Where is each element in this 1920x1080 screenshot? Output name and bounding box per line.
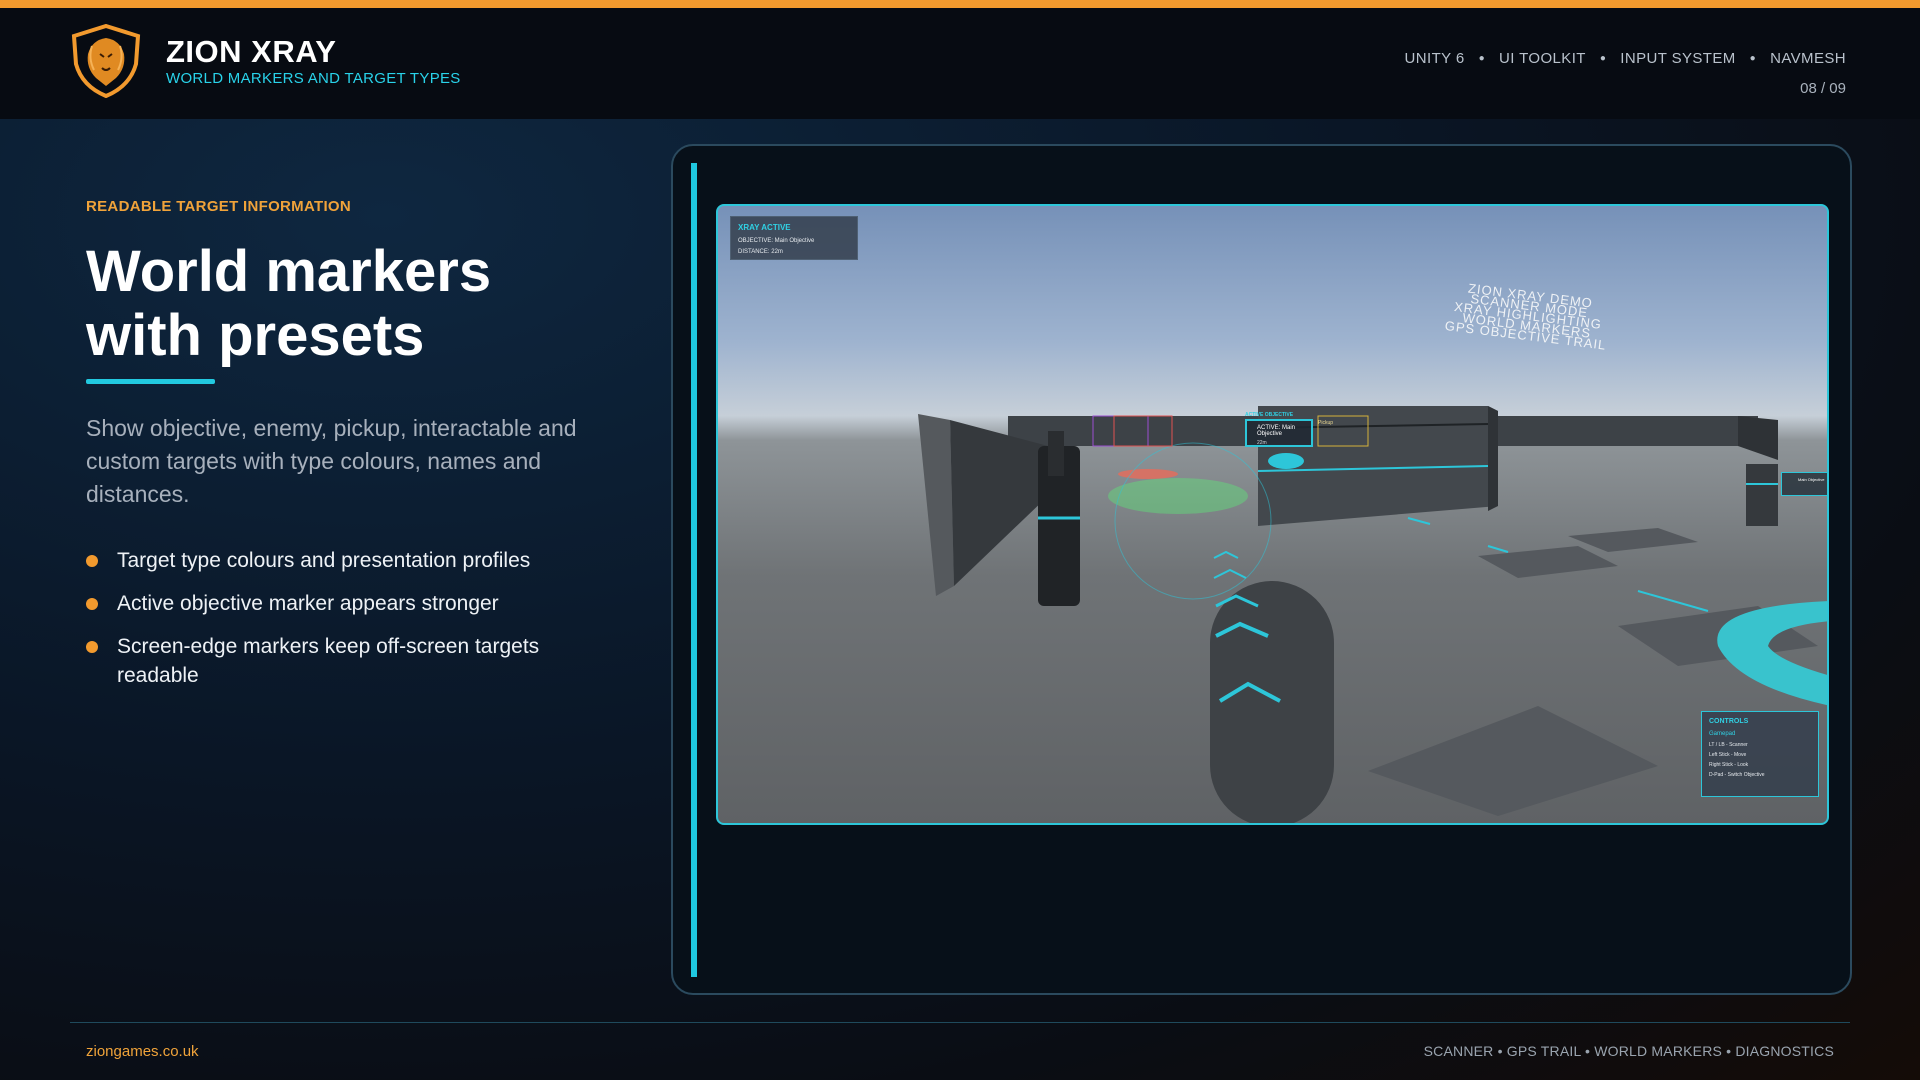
bullet-text: Target type colours and presentation pro… (117, 549, 531, 572)
list-item: Screen-edge markers keep off-screen targ… (86, 632, 626, 690)
header: ZION XRAY WORLD MARKERS AND TARGET TYPES… (0, 8, 1920, 119)
controls-line: D-Pad - Switch Objective (1709, 772, 1765, 778)
lion-shield-logo-icon (71, 24, 141, 98)
list-item: Active objective marker appears stronger (86, 589, 626, 618)
tech-item-ui-toolkit: UI TOOLKIT (1499, 50, 1586, 67)
controls-panel: CONTROLS Gamepad LT / LB - Scanner Left … (1701, 711, 1819, 797)
floor-plate (1368, 706, 1658, 816)
bullet-text: Screen-edge markers keep off-screen targ… (117, 635, 540, 687)
separator-dot-icon: ● (1749, 53, 1757, 64)
top-accent-bar (0, 0, 1920, 8)
controls-line: Left Stick - Move (1709, 752, 1747, 758)
tech-item-input-system: INPUT SYSTEM (1620, 50, 1736, 67)
tech-list: UNITY 6 ● UI TOOLKIT ● INPUT SYSTEM ● NA… (1405, 50, 1846, 67)
screen-edge-marker: Main Objective (1781, 472, 1827, 496)
headline: World markers with presets (86, 240, 646, 368)
active-objective-tag: ACTIVE OBJECTIVE (1245, 412, 1294, 418)
controls-title: CONTROLS (1709, 718, 1749, 725)
active-objective-marker: ACTIVE: Main Objective 22m (1245, 419, 1313, 447)
brand-title: ZION XRAY (166, 34, 337, 69)
frame-accent-bar (691, 163, 697, 977)
bullet-dot-icon (86, 598, 98, 610)
separator-dot-icon: ● (1478, 53, 1486, 64)
game-scene (918, 406, 1827, 823)
bullet-dot-icon (86, 555, 98, 567)
bullet-text: Active objective marker appears stronger (117, 592, 499, 615)
controls-line: LT / LB - Scanner (1709, 742, 1748, 748)
right-pillar (1746, 464, 1778, 526)
xray-status-panel: XRAY ACTIVE OBJECTIVE: Main Objective DI… (730, 216, 858, 260)
controls-line: Right Stick - Look (1709, 762, 1749, 768)
player-capsule (1210, 581, 1334, 823)
left-wall (918, 414, 954, 596)
game-screenshot: XRAY ACTIVE OBJECTIVE: Main Objective DI… (716, 204, 1829, 825)
screen-edge-marker-label: Main Objective (1798, 477, 1825, 482)
xray-objective: OBJECTIVE: Main Objective (738, 238, 815, 244)
brand-subtitle: WORLD MARKERS AND TARGET TYPES (166, 70, 461, 87)
pickup-marker-label: Pickup (1318, 420, 1334, 426)
footer-features: SCANNER • GPS TRAIL • WORLD MARKERS • DI… (1423, 1043, 1834, 1059)
section-eyebrow: READABLE TARGET INFORMATION (86, 198, 352, 215)
feature-list: Target type colours and presentation pro… (86, 546, 626, 704)
xray-status-title: XRAY ACTIVE (738, 223, 791, 232)
bullet-dot-icon (86, 641, 98, 653)
footer-divider (70, 1022, 1850, 1023)
active-objective-distance: 22m (1257, 440, 1267, 446)
separator-dot-icon: ● (1599, 53, 1607, 64)
xray-distance: DISTANCE: 22m (738, 249, 783, 255)
footer-website-link[interactable]: ziongames.co.uk (86, 1043, 199, 1060)
headline-line-2: with presets (86, 303, 425, 368)
headline-line-1: World markers (86, 239, 492, 304)
scanner-ring (1114, 442, 1272, 600)
headline-underline (86, 379, 215, 384)
list-item: Target type colours and presentation pro… (86, 546, 626, 575)
page-number: 08 / 09 (1800, 80, 1846, 97)
tech-item-navmesh: NAVMESH (1770, 50, 1846, 67)
scan-glow (1108, 478, 1248, 514)
description: Show objective, enemy, pickup, interacta… (86, 415, 577, 507)
controls-subtitle: Gamepad (1709, 731, 1736, 737)
tech-item-unity: UNITY 6 (1404, 50, 1465, 67)
active-objective-label: ACTIVE: Main Objective (1257, 425, 1296, 437)
